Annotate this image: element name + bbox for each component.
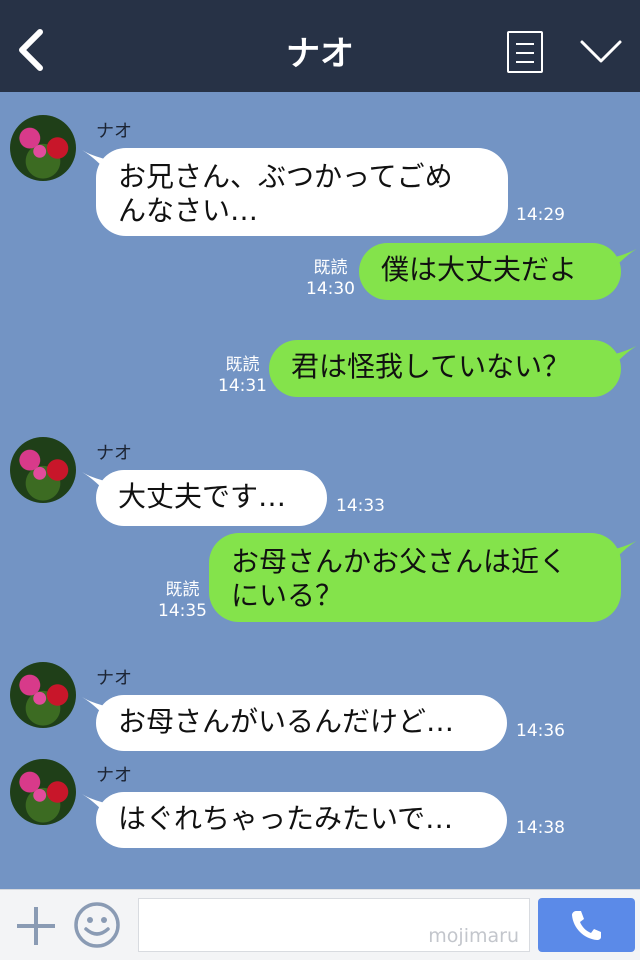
message-time: 14:36 bbox=[516, 721, 565, 741]
read-label: 既読 bbox=[165, 580, 200, 600]
sender-name: ナオ bbox=[96, 443, 132, 464]
bubble-tail bbox=[612, 345, 638, 367]
message-bubble[interactable]: お母さんかお父さんは近く にいる？ bbox=[209, 533, 621, 622]
message-time: 14:29 bbox=[516, 205, 565, 225]
read-receipt: 既読 14:35 bbox=[158, 580, 207, 622]
message-bubble[interactable]: お兄さん、ぶつかってごめ んなさい… bbox=[96, 148, 508, 236]
chevron-down-icon[interactable] bbox=[578, 36, 624, 68]
input-bar: mojimaru bbox=[0, 889, 640, 960]
phone-icon bbox=[572, 911, 601, 940]
chat-title: ナオ bbox=[286, 34, 354, 74]
plus-icon[interactable] bbox=[14, 904, 58, 948]
avatar[interactable] bbox=[10, 115, 76, 181]
sender-name: ナオ bbox=[96, 668, 132, 689]
sender-name: ナオ bbox=[96, 121, 132, 142]
menu-icon[interactable] bbox=[507, 31, 543, 73]
message-bubble[interactable]: お母さんがいるんだけど… bbox=[96, 695, 507, 751]
read-receipt: 既読 14:31 bbox=[218, 355, 267, 397]
message-input[interactable]: mojimaru bbox=[138, 898, 530, 952]
message-time: 14:31 bbox=[218, 376, 267, 396]
message-time: 14:30 bbox=[306, 279, 355, 299]
sender-name: ナオ bbox=[96, 765, 132, 786]
message-time: 14:35 bbox=[158, 601, 207, 621]
smile-icon[interactable] bbox=[73, 901, 121, 949]
message-bubble[interactable]: 君は怪我していない？ bbox=[269, 340, 621, 397]
message-time: 14:33 bbox=[336, 496, 385, 516]
bubble-tail bbox=[612, 248, 638, 270]
call-button[interactable] bbox=[538, 898, 635, 952]
bubble-tail bbox=[612, 540, 638, 562]
chat-header: ナオ bbox=[0, 0, 640, 92]
message-list[interactable]: ナオ お兄さん、ぶつかってごめ んなさい… 14:29 既読 14:30 僕は大… bbox=[0, 92, 640, 889]
watermark: mojimaru bbox=[428, 925, 519, 947]
message-bubble[interactable]: 僕は大丈夫だよ bbox=[359, 243, 621, 300]
read-label: 既読 bbox=[225, 355, 260, 375]
avatar[interactable] bbox=[10, 662, 76, 728]
avatar[interactable] bbox=[10, 437, 76, 503]
avatar[interactable] bbox=[10, 759, 76, 825]
message-bubble[interactable]: 大丈夫です… bbox=[96, 470, 327, 526]
read-label: 既読 bbox=[313, 258, 348, 278]
read-receipt: 既読 14:30 bbox=[306, 258, 355, 300]
message-bubble[interactable]: はぐれちゃったみたいで… bbox=[96, 792, 507, 848]
message-time: 14:38 bbox=[516, 818, 565, 838]
